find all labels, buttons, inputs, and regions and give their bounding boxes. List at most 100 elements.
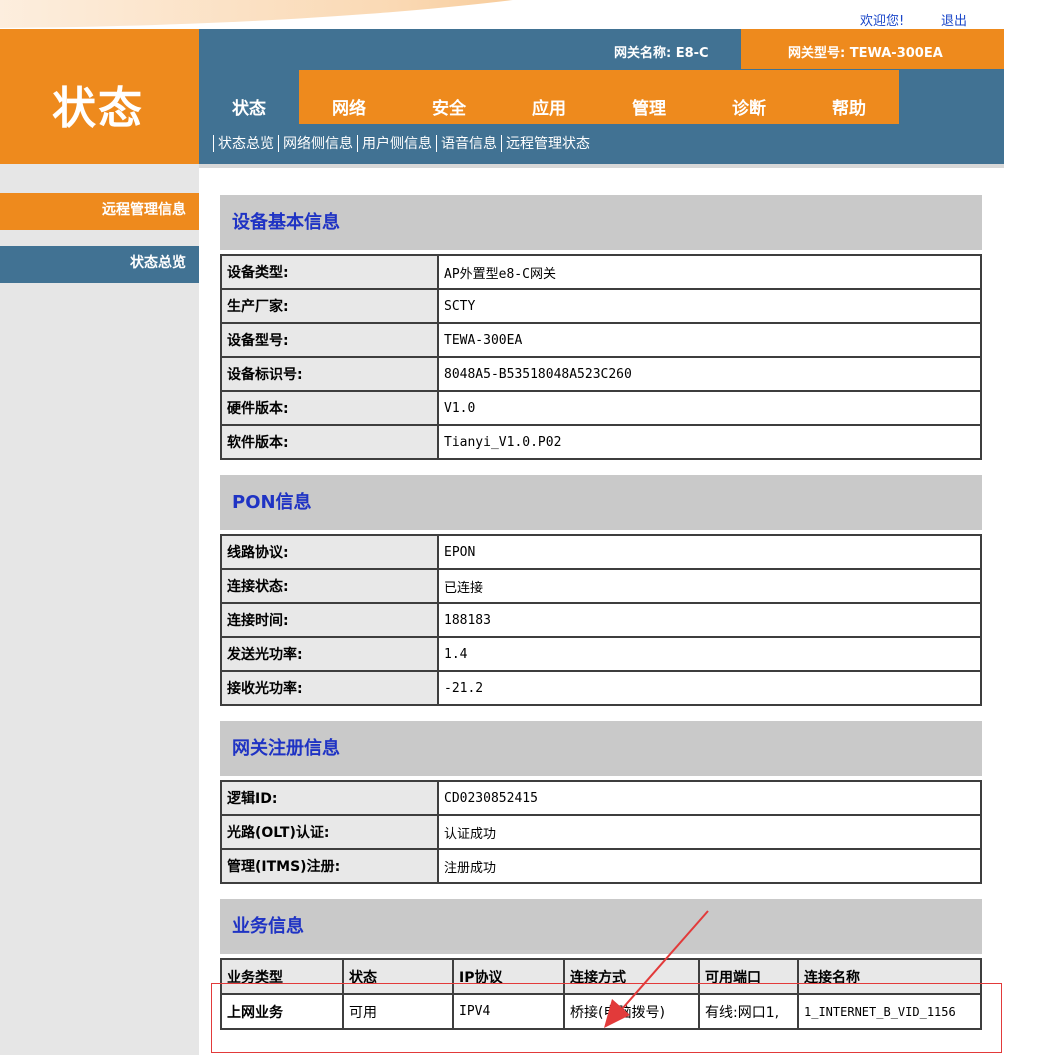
table-row: 接收光功率: -21.2 <box>220 670 982 706</box>
row-value: 认证成功 <box>437 814 982 850</box>
row-value: Tianyi_V1.0.P02 <box>437 424 982 460</box>
page-title: 状态 <box>52 83 144 134</box>
section-title-service: 业务信息 <box>220 899 982 954</box>
row-value: 1.4 <box>437 636 982 672</box>
gateway-name: 网关名称: E8-C <box>614 42 709 61</box>
row-label: 设备型号: <box>220 322 439 358</box>
subnav-divider <box>357 134 358 152</box>
subnav-divider <box>213 134 214 152</box>
row-label: 管理(ITMS)注册: <box>220 848 439 884</box>
header-title-panel: 状态 <box>0 29 199 164</box>
table-row: 软件版本: Tianyi_V1.0.P02 <box>220 424 982 460</box>
annotation-highlight-box <box>211 983 1002 1053</box>
tab-label: 网络 <box>332 99 366 119</box>
table-row: 连接状态: 已连接 <box>220 568 982 604</box>
section-title-device: 设备基本信息 <box>220 195 982 250</box>
row-label: 发送光功率: <box>220 636 439 672</box>
row-label: 逻辑ID: <box>220 780 439 816</box>
tab-status[interactable]: 状态 <box>199 70 299 124</box>
pon-info-table: 线路协议: EPON 连接状态: 已连接 连接时间: 188183 发送光功率: 1.4… <box>220 534 982 706</box>
table-row: 硬件版本: V1.0 <box>220 390 982 426</box>
tab-label: 安全 <box>432 99 466 119</box>
tab-label: 诊断 <box>732 99 766 119</box>
table-row: 线路协议: EPON <box>220 534 982 570</box>
table-row: 设备类型: AP外置型e8-C网关 <box>220 254 982 290</box>
row-value: SCTY <box>437 288 982 324</box>
table-row: 光路(OLT)认证: 认证成功 <box>220 814 982 850</box>
row-value: AP外置型e8-C网关 <box>437 254 982 290</box>
subnav-divider <box>436 134 437 152</box>
welcome-text: 欢迎您! <box>860 14 905 29</box>
sidebar-item-remote-mgmt-info[interactable]: 远程管理信息 <box>0 193 199 230</box>
row-label: 连接时间: <box>220 602 439 638</box>
row-value: CD0230852415 <box>437 780 982 816</box>
tab-label: 帮助 <box>832 99 866 119</box>
row-label: 线路协议: <box>220 534 439 570</box>
table-row: 连接时间: 188183 <box>220 602 982 638</box>
row-value: 注册成功 <box>437 848 982 884</box>
subnav-status-overview[interactable]: 状态总览 <box>218 133 274 153</box>
table-row: 发送光功率: 1.4 <box>220 636 982 672</box>
gateway-name-label: 网关名称: <box>614 46 672 61</box>
tab-label: 应用 <box>532 99 566 119</box>
row-value: EPON <box>437 534 982 570</box>
row-label: 光路(OLT)认证: <box>220 814 439 850</box>
subnav-divider <box>501 134 502 152</box>
tab-security[interactable]: 安全 <box>399 70 499 124</box>
tab-help[interactable]: 帮助 <box>799 70 899 124</box>
row-label: 设备类型: <box>220 254 439 290</box>
top-banner: 欢迎您! 退出 <box>0 0 1005 29</box>
row-label: 接收光功率: <box>220 670 439 706</box>
table-row: 设备标识号: 8048A5-B53518048A523C260 <box>220 356 982 392</box>
sidebar-item-status-overview[interactable]: 状态总览 <box>0 246 199 283</box>
row-value: 8048A5-B53518048A523C260 <box>437 356 982 392</box>
main-tabs: 状态 网络 安全 应用 管理 诊断 帮助 <box>199 70 899 124</box>
row-label: 硬件版本: <box>220 390 439 426</box>
row-value: 已连接 <box>437 568 982 604</box>
tab-management[interactable]: 管理 <box>599 70 699 124</box>
main-content: 设备基本信息 设备类型: AP外置型e8-C网关 生产厂家: SCTY 设备型号: T… <box>220 195 982 1030</box>
tab-network[interactable]: 网络 <box>299 70 399 124</box>
subnav-lan-info[interactable]: 用户侧信息 <box>362 133 432 153</box>
row-value: TEWA-300EA <box>437 322 982 358</box>
row-value: V1.0 <box>437 390 982 426</box>
row-value: 188183 <box>437 602 982 638</box>
row-label: 连接状态: <box>220 568 439 604</box>
sidebar-item-label: 远程管理信息 <box>102 202 186 218</box>
section-title-registration: 网关注册信息 <box>220 721 982 776</box>
subnav-wan-info[interactable]: 网络侧信息 <box>283 133 353 153</box>
subnav-voice-info[interactable]: 语音信息 <box>441 133 497 153</box>
gateway-model-label: 网关型号: <box>788 46 846 61</box>
sub-nav: 状态总览 网络侧信息 用户侧信息 语音信息 远程管理状态 <box>209 133 590 153</box>
banner-swoosh <box>0 0 750 28</box>
row-label: 生产厂家: <box>220 288 439 324</box>
table-row: 设备型号: TEWA-300EA <box>220 322 982 358</box>
tab-diagnostics[interactable]: 诊断 <box>699 70 799 124</box>
registration-info-table: 逻辑ID: CD0230852415 光路(OLT)认证: 认证成功 管理(ITMS… <box>220 780 982 884</box>
subnav-divider <box>278 134 279 152</box>
sidebar: 远程管理信息 状态总览 <box>0 164 199 1055</box>
row-value: -21.2 <box>437 670 982 706</box>
subnav-remote-mgmt[interactable]: 远程管理状态 <box>506 133 590 153</box>
row-label: 设备标识号: <box>220 356 439 392</box>
tab-application[interactable]: 应用 <box>499 70 599 124</box>
table-row: 管理(ITMS)注册: 注册成功 <box>220 848 982 884</box>
header-divider <box>199 164 1004 168</box>
gateway-name-value: E8-C <box>675 46 709 61</box>
tab-label: 管理 <box>632 99 666 119</box>
gateway-model-value: TEWA-300EA <box>849 46 943 61</box>
gateway-model-box: 网关型号: TEWA-300EA <box>741 29 1004 69</box>
logout-link[interactable]: 退出 <box>941 10 967 29</box>
gateway-model: 网关型号: TEWA-300EA <box>788 42 943 61</box>
device-info-table: 设备类型: AP外置型e8-C网关 生产厂家: SCTY 设备型号: TEWA-300… <box>220 254 982 460</box>
tab-label: 状态 <box>232 99 266 119</box>
table-row: 生产厂家: SCTY <box>220 288 982 324</box>
header-nav-panel: 网关名称: E8-C 网关型号: TEWA-300EA 状态 网络 安全 应用 … <box>199 29 1004 164</box>
row-label: 软件版本: <box>220 424 439 460</box>
sidebar-item-label: 状态总览 <box>130 255 186 271</box>
table-row: 逻辑ID: CD0230852415 <box>220 780 982 816</box>
section-title-pon: PON信息 <box>220 475 982 530</box>
